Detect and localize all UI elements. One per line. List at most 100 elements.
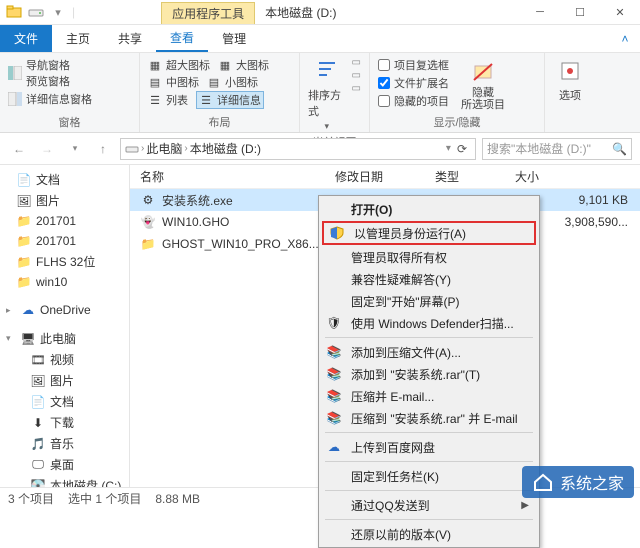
menu-add-archive[interactable]: 📚添加到压缩文件(A)...: [321, 341, 537, 363]
menu-defender[interactable]: 🛡使用 Windows Defender扫描...: [321, 312, 537, 334]
menu-separator: [325, 432, 533, 433]
ribbon-collapse-icon[interactable]: ˄: [610, 25, 640, 52]
layout-extra-large[interactable]: 超大图标: [166, 57, 210, 73]
col-date[interactable]: 修改日期: [335, 168, 435, 185]
options-button[interactable]: 选项: [553, 57, 587, 103]
breadcrumb-root[interactable]: 此电脑: [146, 140, 182, 157]
menu-baidu[interactable]: ☁上传到百度网盘: [321, 436, 537, 458]
qat-overflow-icon[interactable]: ▾: [50, 4, 66, 20]
collapse-icon[interactable]: ▾: [6, 333, 16, 344]
layout-large[interactable]: 大图标: [236, 57, 269, 73]
document-icon: 📄: [16, 172, 32, 188]
window-title: 本地磁盘 (D:): [265, 4, 336, 21]
menu-restore[interactable]: 还原以前的版本(V): [321, 523, 537, 545]
tree-videos[interactable]: 🎞视频: [2, 349, 127, 370]
folder-icon: 📁: [16, 274, 32, 290]
folder-icon: [6, 4, 22, 20]
large-icon: ▦: [218, 58, 232, 72]
quick-access-toolbar: ▾ |: [0, 4, 81, 20]
nav-pane-button[interactable]: 导航窗格: [26, 57, 70, 73]
folder-icon: 📁: [16, 254, 32, 270]
chk-hidden-items[interactable]: 隐藏的项目: [378, 93, 449, 109]
navigation-tree[interactable]: 📄文档 🖼图片 📁201701 📁201701 📁FLHS 32位 📁win10…: [0, 165, 130, 487]
forward-button[interactable]: →: [36, 138, 58, 160]
chk-item-checkboxes[interactable]: 项目复选框: [378, 57, 449, 73]
col-type[interactable]: 类型: [435, 168, 515, 185]
menu-add-rar[interactable]: 📚添加到 "安装系统.rar"(T): [321, 363, 537, 385]
menu-separator: [325, 337, 533, 338]
menu-pin-start[interactable]: 固定到"开始"屏幕(P): [321, 290, 537, 312]
folder-icon: 📁: [140, 236, 156, 252]
group-show-hide-label: 显示/隐藏: [378, 112, 536, 132]
tree-this-pc[interactable]: ▾🖥此电脑: [2, 328, 127, 349]
refresh-icon[interactable]: ⟳: [453, 142, 471, 156]
sort-by-button[interactable]: 排序方式 ▾: [308, 57, 346, 132]
menu-troubleshoot[interactable]: 兼容性疑难解答(Y): [321, 268, 537, 290]
gho-icon: 👻: [140, 214, 156, 230]
tab-manage[interactable]: 管理: [208, 25, 260, 52]
chk-filename-ext[interactable]: 文件扩展名: [378, 75, 449, 91]
recent-button[interactable]: ▾: [64, 138, 86, 160]
layout-details[interactable]: 详细信息: [217, 92, 261, 108]
small-icon: ▤: [207, 75, 221, 89]
tree-pictures[interactable]: 🖼图片: [2, 190, 127, 211]
details-pane-button[interactable]: 详细信息窗格: [26, 91, 92, 107]
menu-pin-taskbar[interactable]: 固定到任务栏(K): [321, 465, 537, 487]
video-icon: 🎞: [30, 352, 46, 368]
menu-email[interactable]: 📚压缩并 E-mail...: [321, 385, 537, 407]
submenu-arrow-icon: ▶: [521, 500, 529, 511]
tree-music[interactable]: 🎵音乐: [2, 433, 127, 454]
breadcrumb-dropdown-icon[interactable]: ▾: [446, 143, 451, 154]
layout-medium[interactable]: 中图标: [166, 74, 199, 90]
navigation-pane-icon: [8, 66, 22, 80]
list-icon: ☰: [148, 93, 162, 107]
up-button[interactable]: ↑: [92, 138, 114, 160]
tree-downloads[interactable]: ⬇下载: [2, 412, 127, 433]
music-icon: 🎵: [30, 436, 46, 452]
tree-onedrive[interactable]: ▸☁OneDrive: [2, 300, 127, 320]
tab-view[interactable]: 查看: [156, 25, 208, 52]
breadcrumb[interactable]: › 此电脑 › 本地磁盘 (D:) ▾ ⟳: [120, 138, 476, 160]
search-input[interactable]: 搜索"本地磁盘 (D:)" 🔍: [482, 138, 632, 160]
cloud-icon: ☁: [20, 302, 36, 318]
tab-home[interactable]: 主页: [52, 25, 104, 52]
layout-small[interactable]: 小图标: [225, 74, 258, 90]
status-selected: 选中 1 个项目: [68, 490, 141, 507]
close-button[interactable]: ✕: [600, 0, 640, 25]
back-button[interactable]: ←: [8, 138, 30, 160]
archive-icon: 📚: [325, 387, 343, 405]
layout-list[interactable]: 列表: [166, 92, 188, 108]
tab-file[interactable]: 文件: [0, 25, 52, 52]
tree-desktop[interactable]: 🖵桌面: [2, 454, 127, 475]
col-name[interactable]: 名称: [130, 168, 335, 185]
minimize-button[interactable]: ─: [520, 0, 560, 25]
expand-icon[interactable]: ▸: [6, 305, 16, 316]
maximize-button[interactable]: ☐: [560, 0, 600, 25]
tree-docs2[interactable]: 📄文档: [2, 391, 127, 412]
tree-documents[interactable]: 📄文档: [2, 169, 127, 190]
preview-pane-button[interactable]: 预览窗格: [26, 73, 70, 89]
tree-201701b[interactable]: 📁201701: [2, 231, 127, 251]
house-icon: [532, 471, 554, 493]
tree-pictures2[interactable]: 🖼图片: [2, 370, 127, 391]
breadcrumb-drive[interactable]: 本地磁盘 (D:): [190, 140, 261, 157]
medium-icon: ▤: [148, 75, 162, 89]
drive-icon: 💽: [30, 478, 46, 488]
menu-qq-send[interactable]: 通过QQ发送到▶: [321, 494, 537, 516]
hide-selected-button[interactable]: 隐藏 所选项目: [455, 57, 511, 111]
menu-admin-ownership[interactable]: 管理员取得所有权: [321, 246, 537, 268]
tree-201701a[interactable]: 📁201701: [2, 211, 127, 231]
menu-open[interactable]: 打开(O): [321, 198, 537, 220]
menu-rar-email[interactable]: 📚压缩到 "安装系统.rar" 并 E-mail: [321, 407, 537, 429]
column-headers[interactable]: 名称 修改日期 类型 大小: [130, 165, 640, 189]
folder-icon: 📁: [16, 213, 32, 229]
exe-icon: ⚙: [140, 192, 156, 208]
col-size[interactable]: 大小: [515, 168, 640, 185]
tree-win10[interactable]: 📁win10: [2, 272, 127, 292]
tab-share[interactable]: 共享: [104, 25, 156, 52]
tree-local-c[interactable]: 💽本地磁盘 (C:): [2, 475, 127, 487]
document-icon: 📄: [30, 394, 46, 410]
status-size: 8.88 MB: [155, 492, 200, 506]
tree-flhs[interactable]: 📁FLHS 32位: [2, 251, 127, 272]
menu-run-as-admin[interactable]: 以管理员身份运行(A): [322, 221, 536, 245]
